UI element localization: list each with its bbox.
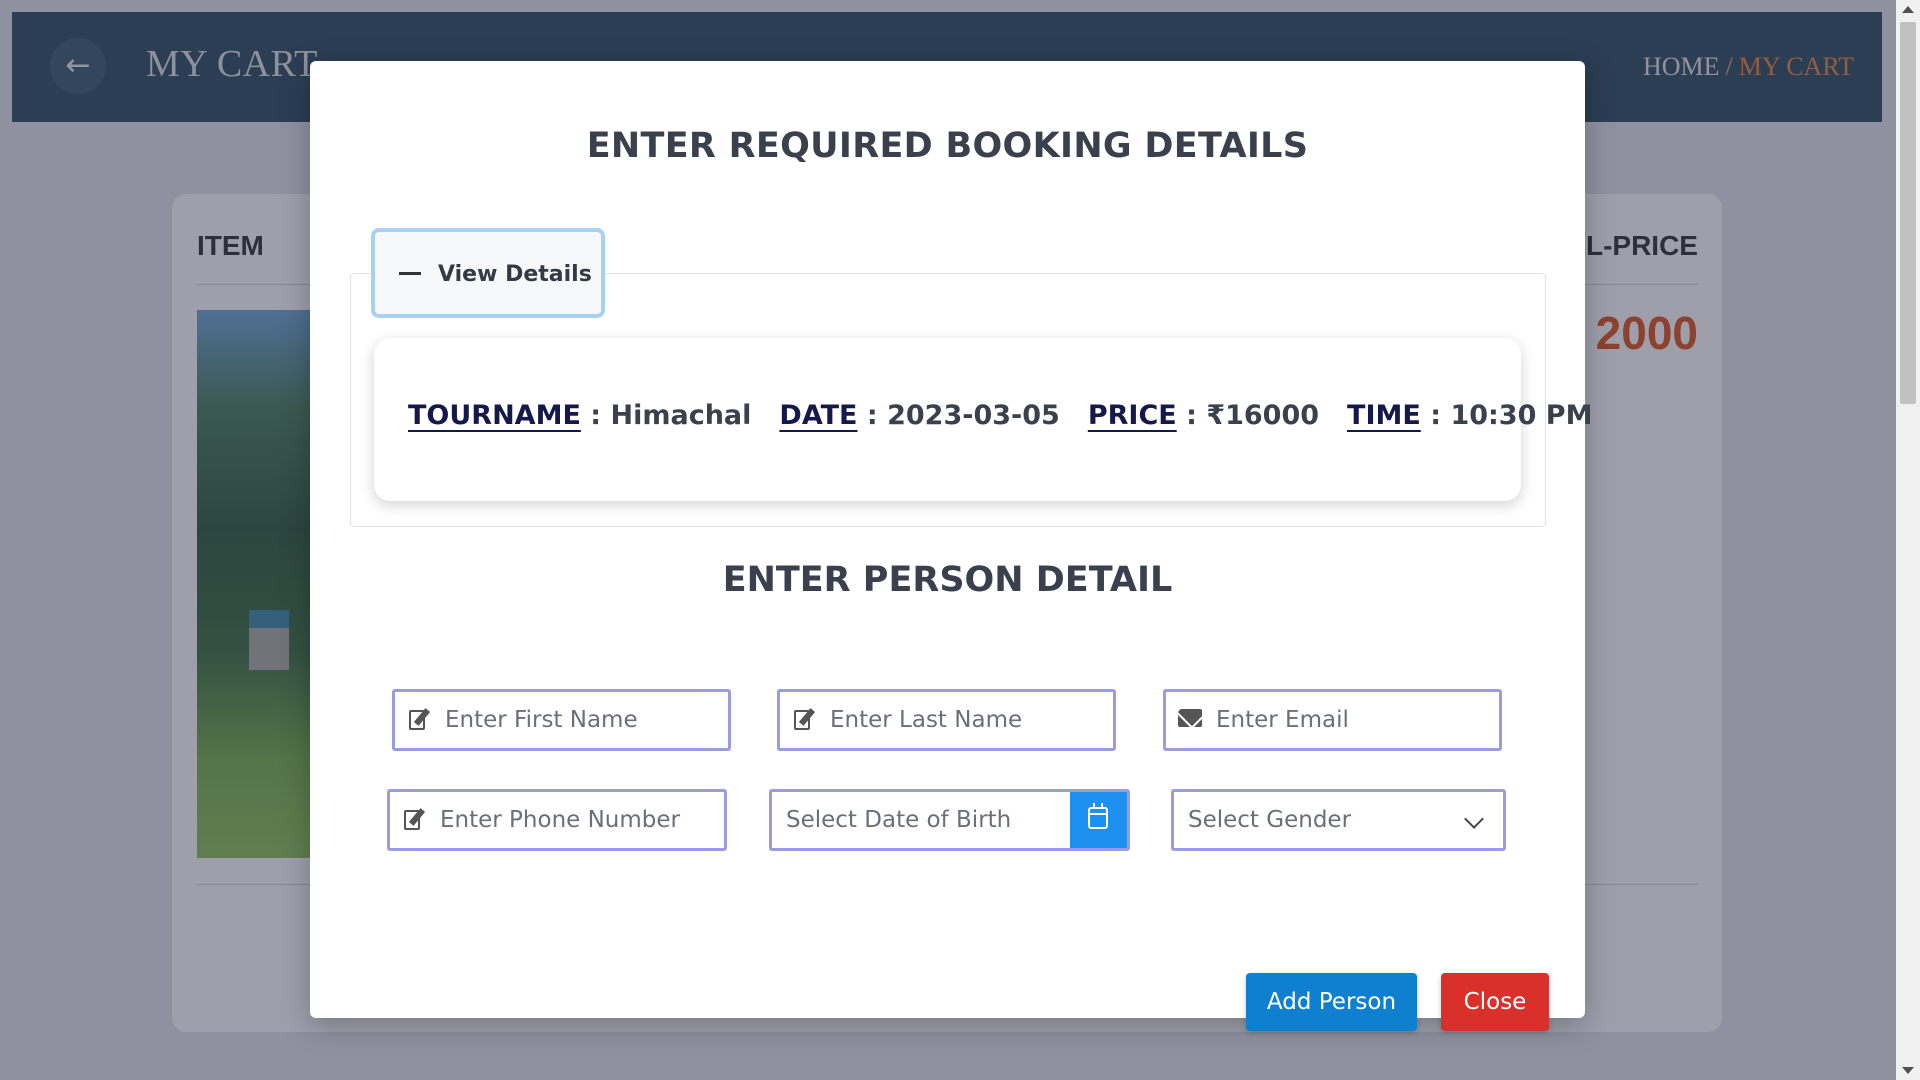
tour-time-value: 10:30 PM	[1450, 400, 1593, 431]
chevron-down-icon	[1464, 809, 1484, 829]
tour-name-info: TOURNAME : Himachal	[408, 400, 751, 431]
modal-title: ENTER REQUIRED BOOKING DETAILS	[586, 126, 1309, 166]
date-of-birth-field[interactable]: Select Date of Birth	[769, 789, 1130, 851]
booking-details-modal: ENTER REQUIRED BOOKING DETAILS View Deta…	[310, 61, 1592, 1031]
tour-time-key: TIME	[1347, 400, 1421, 431]
view-details-label: View Details	[438, 262, 592, 287]
tour-date-info: DATE : 2023-03-05	[779, 400, 1059, 431]
tour-date-value: 2023-03-05	[887, 400, 1060, 431]
edit-pen-icon	[792, 706, 818, 732]
scroll-down-icon[interactable]	[1902, 1067, 1914, 1074]
tour-name-key: TOURNAME	[408, 400, 581, 431]
first-name-field[interactable]: Enter First Name	[392, 689, 731, 751]
tour-name-value: Himachal	[610, 400, 752, 431]
tour-price-value: ₹16000	[1206, 400, 1320, 431]
gender-selected-value: Select Gender	[1188, 807, 1352, 833]
tour-price-info: PRICE : ₹16000	[1088, 400, 1319, 431]
scroll-up-icon[interactable]	[1902, 6, 1914, 13]
scroll-thumb[interactable]	[1900, 22, 1916, 404]
person-detail-title: ENTER PERSON DETAIL	[722, 560, 1173, 600]
date-of-birth-placeholder: Select Date of Birth	[786, 807, 1012, 833]
calendar-icon	[1088, 803, 1108, 829]
phone-field[interactable]: Enter Phone Number	[387, 789, 727, 851]
envelope-icon	[1178, 709, 1202, 727]
page-scrollbar[interactable]	[1896, 0, 1920, 1080]
close-button[interactable]: Close	[1441, 973, 1549, 1031]
tour-price-key: PRICE	[1087, 400, 1177, 431]
tour-time-info: TIME : 10:30 PM	[1347, 400, 1592, 431]
gender-select[interactable]: Select Gender	[1171, 789, 1506, 851]
tour-time-sep: :	[1420, 400, 1451, 431]
edit-pen-icon	[402, 806, 428, 832]
email-field[interactable]: Enter Email	[1163, 689, 1502, 751]
minus-icon	[399, 272, 421, 275]
view-details-toggle[interactable]: View Details	[371, 228, 605, 318]
last-name-placeholder: Enter Last Name	[830, 707, 1023, 733]
tour-name-sep: :	[580, 400, 611, 431]
first-name-placeholder: Enter First Name	[445, 707, 638, 733]
tour-info-card: TOURNAME : Himachal DATE : 2023-03-05 PRIC…	[374, 338, 1592, 501]
tour-price-sep: :	[1176, 400, 1207, 431]
email-placeholder: Enter Email	[1216, 707, 1349, 733]
calendar-button[interactable]	[1070, 792, 1127, 848]
add-person-button[interactable]: Add Person	[1246, 973, 1417, 1031]
tour-date-key: DATE	[779, 400, 858, 431]
tour-info-row: TOURNAME : Himachal DATE : 2023-03-05 PRIC…	[408, 400, 1620, 431]
edit-pen-icon	[407, 706, 433, 732]
tour-date-sep: :	[857, 400, 888, 431]
phone-placeholder: Enter Phone Number	[440, 807, 680, 833]
last-name-field[interactable]: Enter Last Name	[777, 689, 1116, 751]
